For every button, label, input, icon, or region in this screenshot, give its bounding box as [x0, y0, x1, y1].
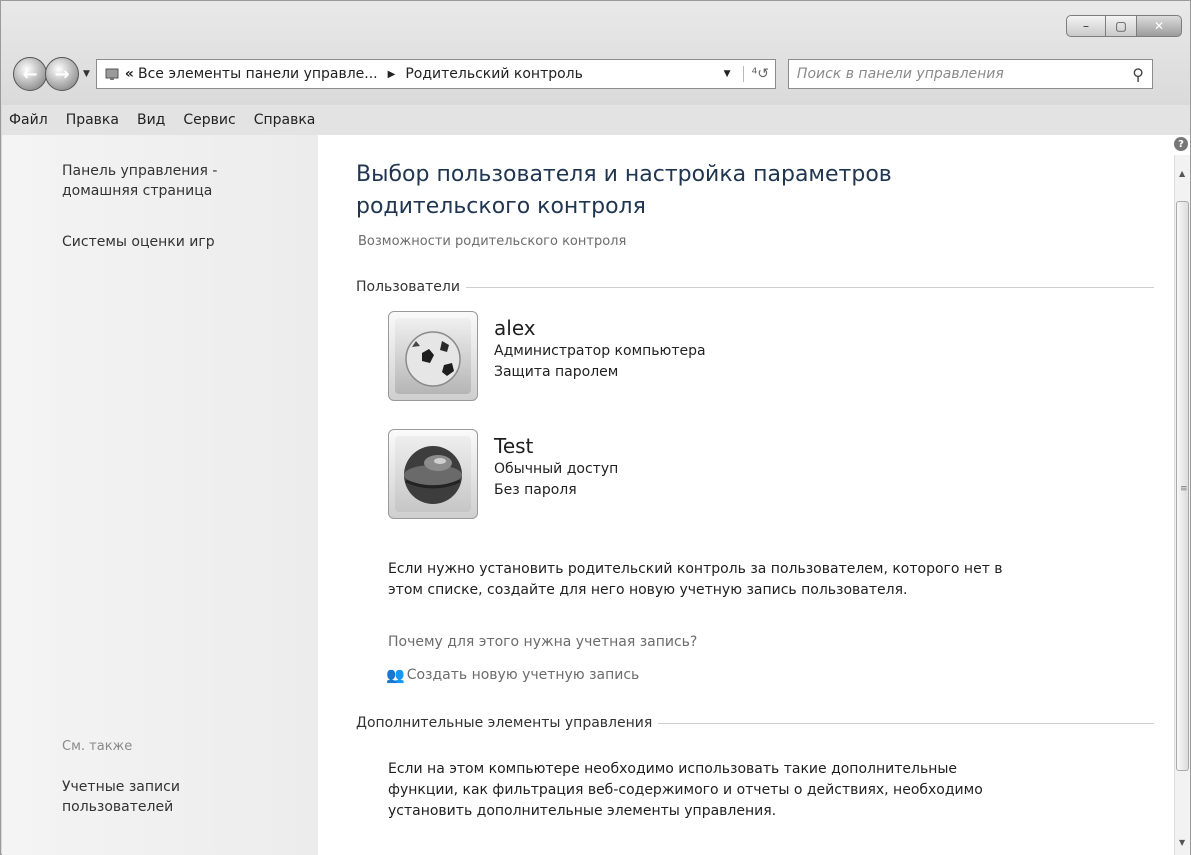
see-also-label: См. также [62, 739, 133, 754]
forward-button[interactable]: → [45, 57, 79, 91]
users-section-header: Пользователи [356, 279, 1154, 295]
user-info: alex Администратор компьютера Защита пар… [494, 311, 706, 401]
help-icon[interactable]: ? [1174, 137, 1188, 151]
breadcrumb-separator-icon[interactable]: ▶ [388, 69, 396, 80]
menu-tools[interactable]: Сервис [183, 112, 235, 128]
extra-controls-section-label: Дополнительные элементы управления [356, 715, 653, 731]
create-account-link[interactable]: 👥 Создать новую учетную запись [386, 666, 639, 684]
create-account-label: Создать новую учетную запись [406, 667, 640, 683]
scroll-thumb[interactable]: ≡ [1176, 201, 1189, 771]
sidebar: Панель управления - домашняя страница Си… [2, 135, 318, 855]
user-password-status: Без пароля [494, 482, 577, 498]
user-role: Обычный доступ [494, 461, 619, 477]
control-panel-icon [103, 65, 121, 83]
sidebar-item-user-accounts[interactable]: Учетные записи пользователей [62, 777, 262, 817]
address-bar[interactable]: « Все элементы панели управле... ▶ Родит… [95, 59, 776, 89]
menu-view[interactable]: Вид [137, 112, 165, 128]
sidebar-item-game-ratings[interactable]: Системы оценки игр [62, 232, 215, 252]
scroll-up-icon[interactable]: ▲ [1179, 169, 1185, 178]
recent-pages-dropdown[interactable]: ▼ [83, 69, 90, 79]
user-role: Администратор компьютера [494, 343, 706, 359]
users-icon: 👥 [386, 666, 405, 684]
window-caption-buttons: – ▢ ✕ [1066, 15, 1182, 37]
scroll-down-icon[interactable]: ▼ [1179, 838, 1185, 847]
parental-control-features-link[interactable]: Возможности родительского контроля [358, 234, 626, 249]
soccer-ball-icon [395, 318, 471, 394]
maximize-button[interactable]: ▢ [1106, 15, 1136, 37]
avatar [388, 429, 478, 519]
search-placeholder: Поиск в панели управления [796, 66, 1004, 82]
page-title: Выбор пользователя и настройка параметро… [356, 162, 892, 219]
address-chevron[interactable]: « [125, 66, 134, 82]
refresh-icon[interactable]: ⁴↺ [742, 66, 769, 82]
user-tile-test[interactable]: Test Обычный доступ Без пароля [388, 429, 618, 519]
menu-bar: Файл Правка Вид Сервис Справка [2, 105, 1190, 135]
user-info: Test Обычный доступ Без пароля [494, 429, 618, 519]
globe-sphere-icon [395, 436, 471, 512]
grip-icon: ≡ [1180, 484, 1188, 494]
search-input[interactable]: Поиск в панели управления ⚲ [787, 59, 1153, 89]
close-button[interactable]: ✕ [1136, 15, 1182, 37]
control-panel-window: – ▢ ✕ ← → ▼ « Все элементы панели управл… [0, 0, 1191, 855]
vertical-scrollbar[interactable]: ▲ ≡ ▼ [1174, 155, 1190, 855]
back-button[interactable]: ← [13, 57, 47, 91]
breadcrumb-parental-control[interactable]: Родительский контроль [405, 66, 583, 82]
create-account-info-text: Если нужно установить родительский контр… [388, 561, 1003, 598]
avatar [388, 311, 478, 401]
address-dropdown-icon[interactable]: ▼ [724, 69, 731, 79]
menu-help[interactable]: Справка [254, 112, 316, 128]
section-divider [658, 722, 1154, 724]
menu-edit[interactable]: Правка [66, 112, 119, 128]
search-icon[interactable]: ⚲ [1132, 65, 1144, 84]
navigation-bar: ← → ▼ « Все элементы панели управле... ▶… [13, 54, 1189, 94]
section-divider [465, 286, 1154, 288]
user-name[interactable]: alex [494, 315, 706, 341]
why-account-needed-link[interactable]: Почему для этого нужна учетная запись? [388, 634, 697, 650]
back-arrow-icon: ← [22, 63, 38, 85]
content-area: Панель управления - домашняя страница Си… [2, 135, 1190, 855]
menu-file[interactable]: Файл [9, 112, 48, 128]
extra-controls-info-text: Если на этом компьютере необходимо испол… [388, 761, 983, 819]
user-tile-alex[interactable]: alex Администратор компьютера Защита пар… [388, 311, 706, 401]
minimize-button[interactable]: – [1066, 15, 1106, 37]
extra-controls-section-header: Дополнительные элементы управления [356, 715, 1154, 731]
breadcrumb-all-items[interactable]: Все элементы панели управле... [138, 66, 378, 82]
sidebar-item-control-panel-home[interactable]: Панель управления - домашняя страница [62, 161, 282, 201]
user-password-status: Защита паролем [494, 364, 619, 380]
main-pane: ? ▲ ≡ ▼ Выбор пользователя и настройка п… [318, 135, 1190, 855]
users-section-label: Пользователи [356, 279, 460, 295]
forward-arrow-icon: → [54, 63, 70, 85]
user-name[interactable]: Test [494, 433, 618, 459]
